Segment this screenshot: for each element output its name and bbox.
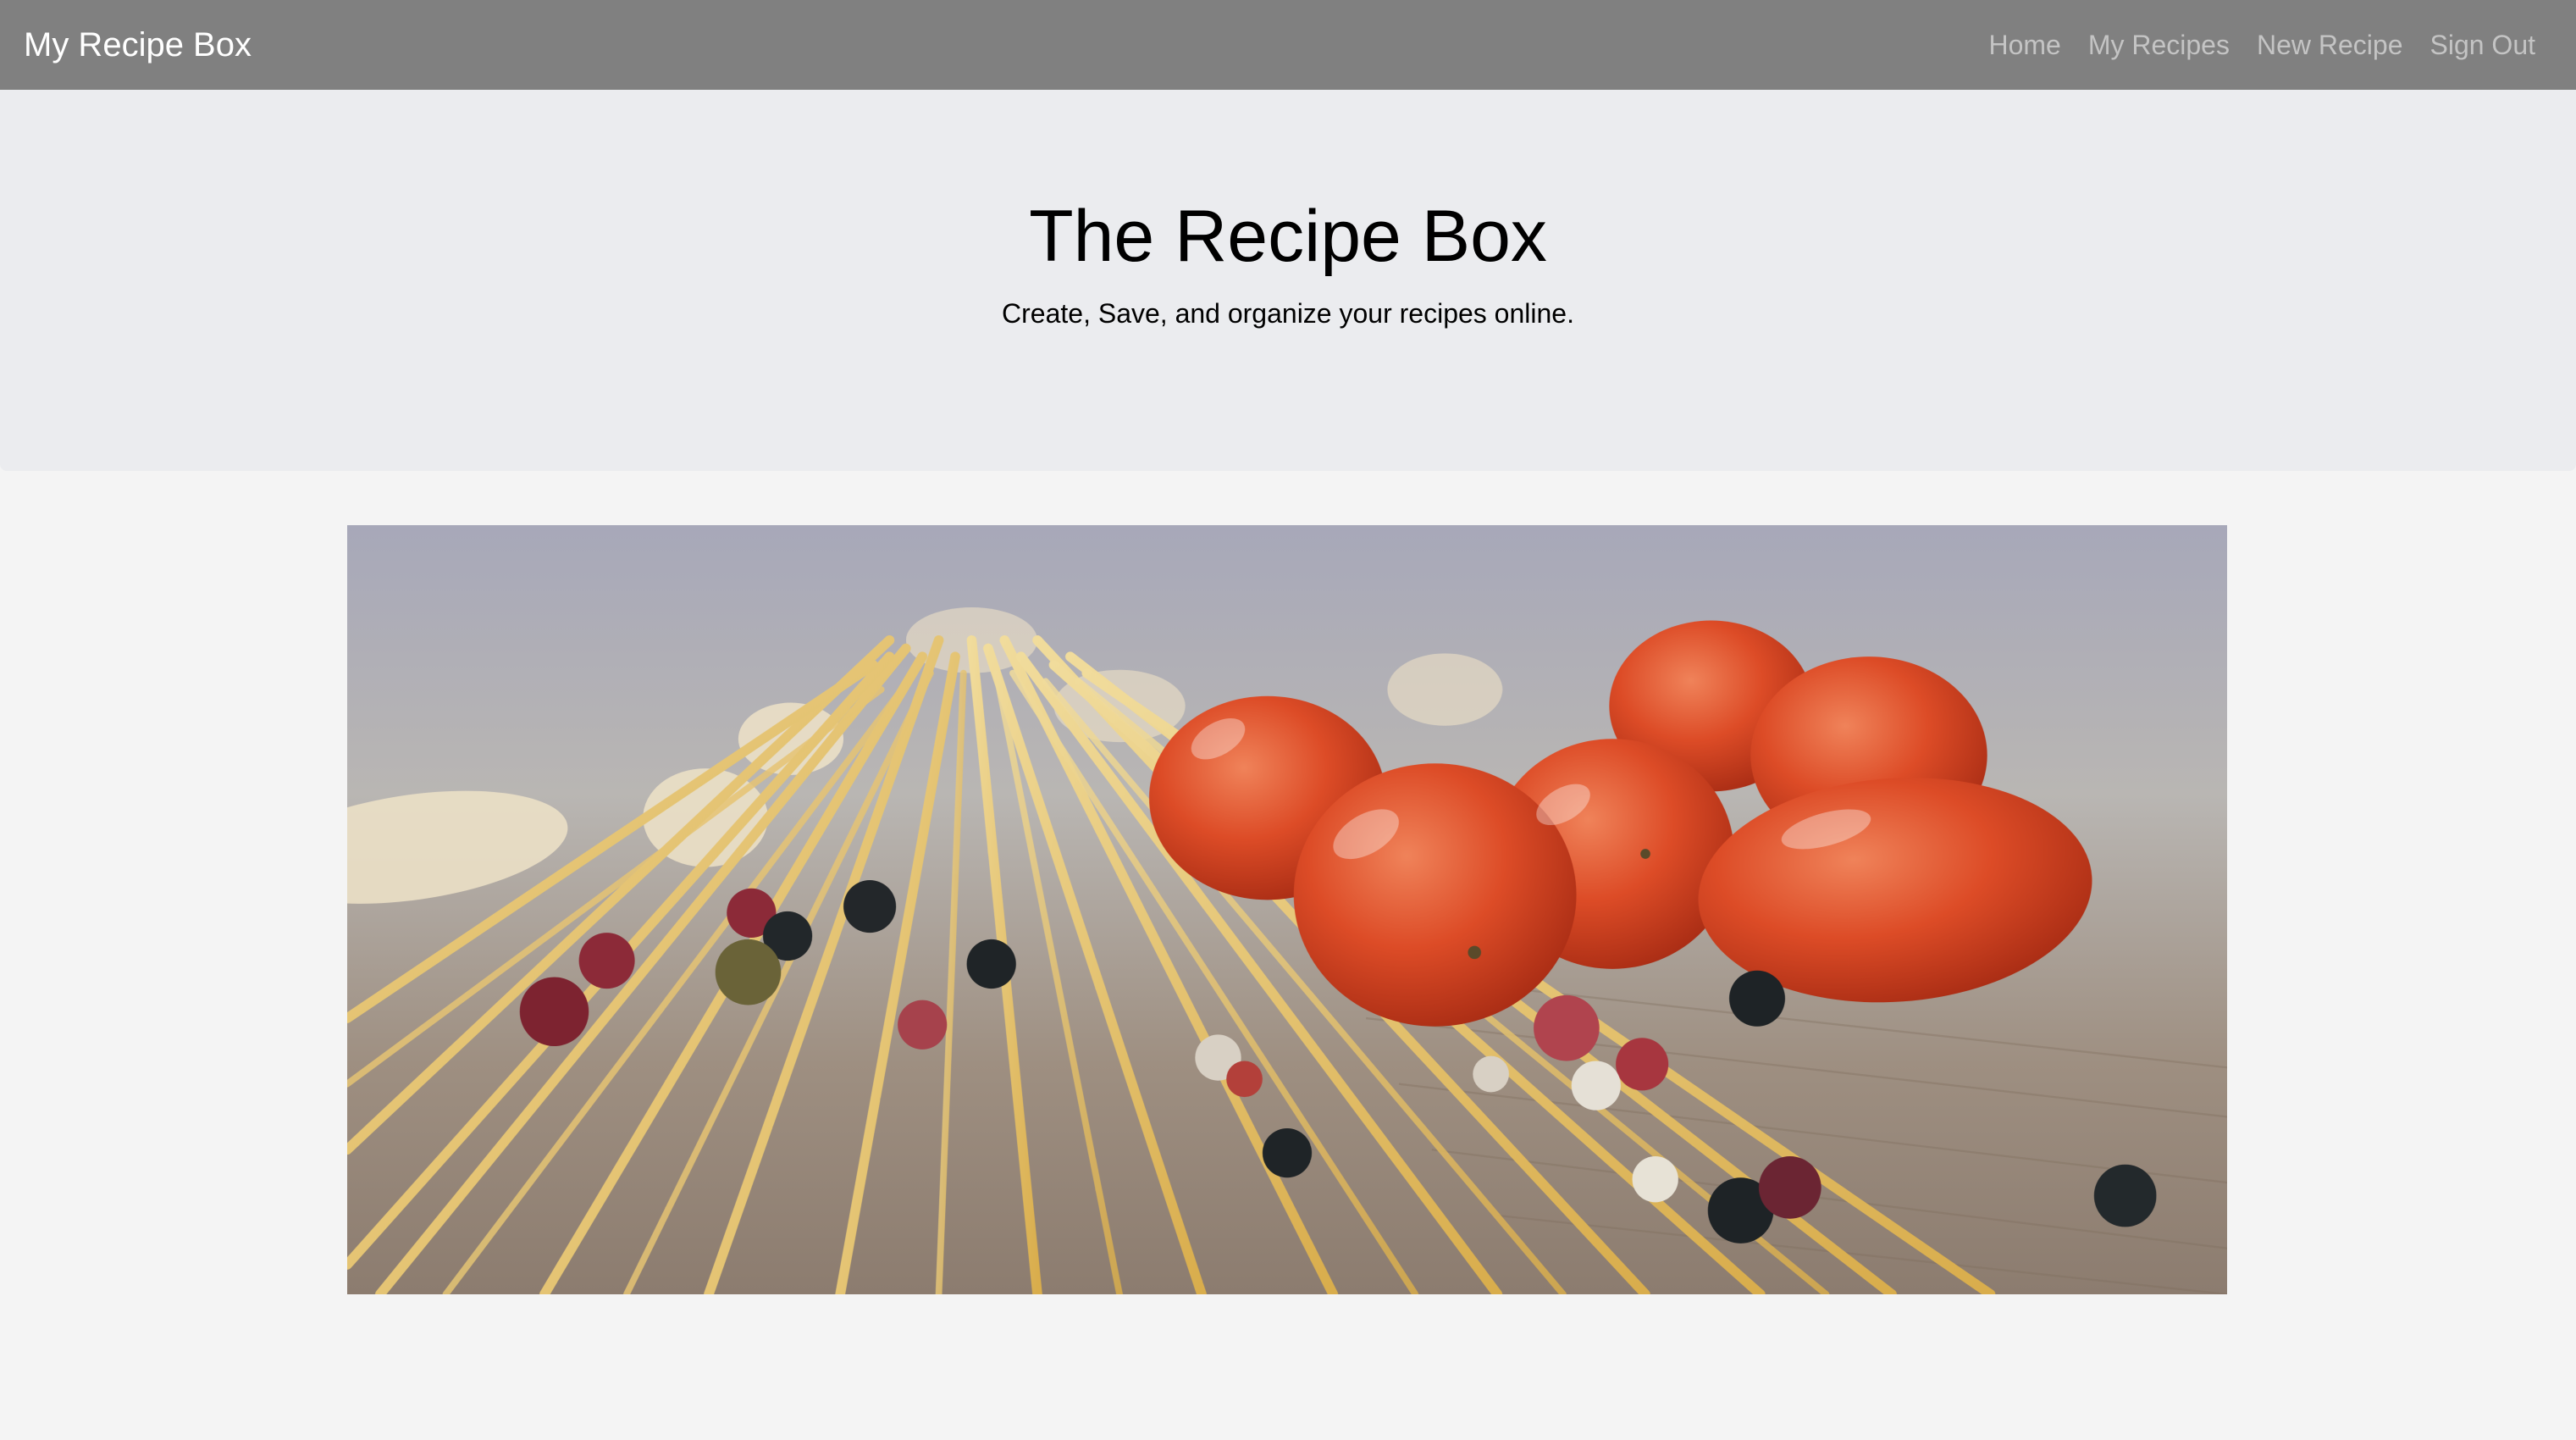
nav-link-sign-out[interactable]: Sign Out <box>2430 30 2535 61</box>
page-subtitle: Create, Save, and organize your recipes … <box>1002 298 1574 329</box>
top-navbar: My Recipe Box Home My Recipes New Recipe… <box>0 0 2576 90</box>
nav-links: Home My Recipes New Recipe Sign Out <box>1988 30 2535 61</box>
hero-jumbotron: The Recipe Box Create, Save, and organiz… <box>0 90 2576 471</box>
brand-link[interactable]: My Recipe Box <box>24 26 252 64</box>
nav-link-home[interactable]: Home <box>1988 30 2060 61</box>
hero-food-photo <box>347 525 2227 1294</box>
food-photo-illustration <box>347 525 2227 1294</box>
nav-link-my-recipes[interactable]: My Recipes <box>2088 30 2230 61</box>
nav-link-new-recipe[interactable]: New Recipe <box>2257 30 2403 61</box>
page-title: The Recipe Box <box>1029 196 1547 277</box>
